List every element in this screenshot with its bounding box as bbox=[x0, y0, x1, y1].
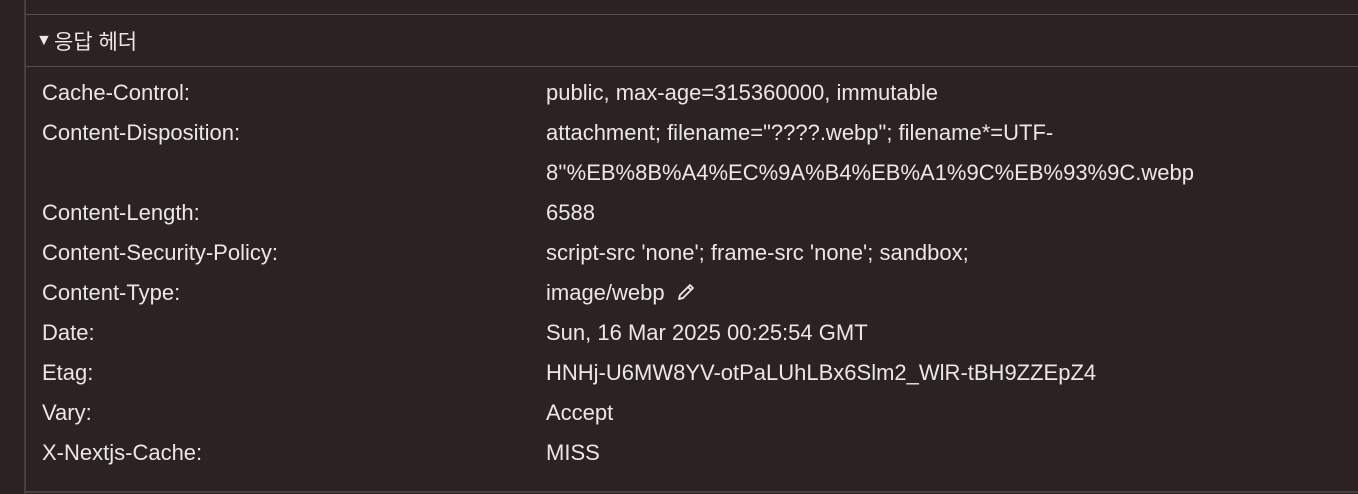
disclosure-triangle-icon: ▼ bbox=[36, 31, 52, 49]
header-value: Sun, 16 Mar 2025 00:25:54 GMT bbox=[546, 313, 1306, 353]
previous-section-edge bbox=[26, 0, 1358, 15]
header-name: Date: bbox=[42, 320, 95, 345]
header-value: script-src 'none'; frame-src 'none'; san… bbox=[546, 233, 1306, 273]
header-name: Cache-Control: bbox=[42, 80, 190, 105]
section-title: 응답 헤더 bbox=[54, 30, 138, 54]
response-headers-panel: ▼ 응답 헤더 Cache-Control: public, max-age=3… bbox=[0, 0, 1358, 494]
header-value: Accept bbox=[546, 393, 1306, 433]
header-value-line: public, max-age=315360000, immutable bbox=[546, 80, 938, 105]
header-name: Vary: bbox=[42, 400, 92, 425]
header-value: image/webp bbox=[546, 273, 1306, 313]
header-name: Content-Security-Policy: bbox=[42, 240, 278, 265]
header-value-line: HNHj-U6MW8YV-otPaLUhLBx6Slm2_WlR-tBH9ZZE… bbox=[546, 360, 1097, 385]
header-value: MISS bbox=[546, 433, 1306, 473]
header-value: public, max-age=315360000, immutable bbox=[546, 73, 1306, 113]
header-value-line: image/webp bbox=[546, 280, 665, 305]
header-value: attachment; filename="????.webp"; filena… bbox=[546, 113, 1306, 193]
header-value-line: Accept bbox=[546, 400, 614, 425]
header-name: Content-Type: bbox=[42, 280, 181, 305]
header-name: Content-Disposition: bbox=[42, 120, 241, 145]
header-name: Etag: bbox=[42, 360, 94, 385]
bottom-divider bbox=[26, 491, 1358, 493]
header-value-line: MISS bbox=[546, 440, 600, 465]
header-name: X-Nextjs-Cache: bbox=[42, 440, 203, 465]
header-value-line: script-src 'none'; frame-src 'none'; san… bbox=[546, 240, 969, 265]
header-value-line: 6588 bbox=[546, 200, 595, 225]
header-value-line: attachment; filename="????.webp"; filena… bbox=[546, 120, 1054, 145]
header-value: HNHj-U6MW8YV-otPaLUhLBx6Slm2_WlR-tBH9ZZE… bbox=[546, 353, 1306, 393]
header-value-line: Sun, 16 Mar 2025 00:25:54 GMT bbox=[546, 320, 868, 345]
response-headers-section-toggle[interactable]: ▼ 응답 헤더 bbox=[26, 15, 1358, 67]
left-gutter bbox=[0, 0, 26, 494]
header-rows: Cache-Control: public, max-age=315360000… bbox=[26, 67, 1358, 491]
header-value: 6588 bbox=[546, 193, 1306, 233]
pencil-icon[interactable] bbox=[675, 276, 697, 300]
header-name: Content-Length: bbox=[42, 200, 200, 225]
header-value-line: 8''%EB%8B%A4%EC%9A%B4%EB%A1%9C%EB%93%9C.… bbox=[546, 160, 1194, 185]
